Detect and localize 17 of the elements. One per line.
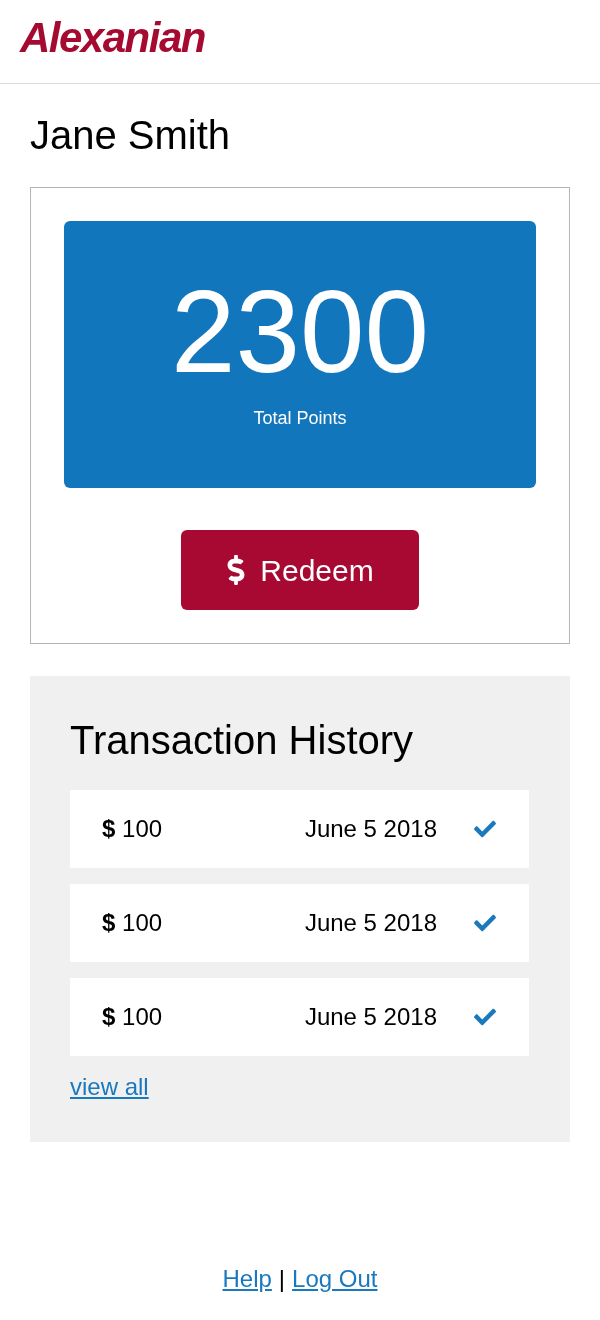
log-out-link[interactable]: Log Out [292,1265,378,1293]
transaction-date: June 5 2018 [304,908,437,938]
user-name: Jane Smith [30,112,232,159]
help-link[interactable]: Help [222,1265,272,1293]
transaction-date: June 5 2018 [304,814,437,844]
view-all-link[interactable]: view all [70,1073,149,1101]
logo[interactable]: Alexanian [20,17,205,59]
history-title: Transaction History [70,717,415,764]
link-separator: | [278,1265,286,1293]
transaction-amount: $ 100 [102,908,163,938]
transaction-amount: $ 100 [102,1002,163,1032]
transaction-date: June 5 2018 [304,1002,437,1032]
dollar-sign-icon [226,555,247,585]
transaction-amount: $ 100 [102,814,163,844]
redeem-button[interactable]: Redeem [181,530,419,610]
points-value: 2300 [170,274,430,390]
points-label: Total Points [253,409,347,427]
